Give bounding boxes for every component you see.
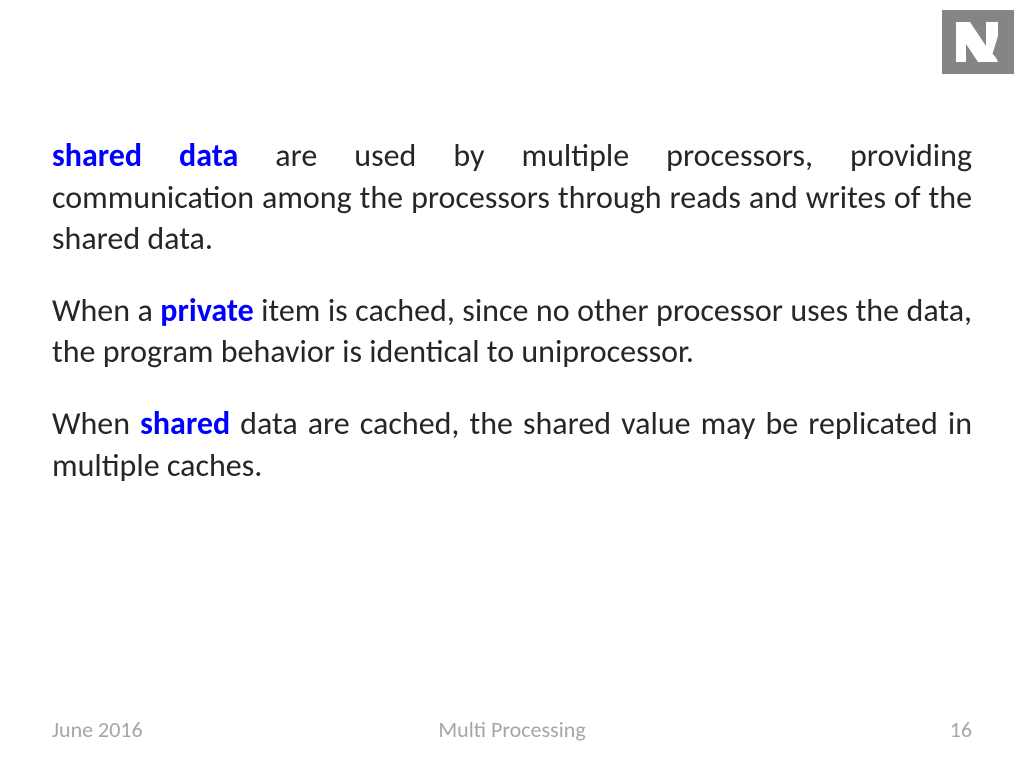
slide-content: shared data are used by multiple process…	[52, 135, 972, 516]
paragraph-2: When a private item is cached, since no …	[52, 290, 972, 373]
paragraph-3: When shared data are cached, the shared …	[52, 403, 972, 486]
footer-title: Multi Processing	[438, 716, 585, 743]
text-p2a: When a	[52, 291, 160, 330]
text-p3a: When	[52, 404, 140, 443]
institution-logo	[942, 10, 1014, 74]
keyword-private: private	[160, 291, 253, 330]
keyword-shared: shared	[140, 404, 230, 443]
keyword-shared-data: shared data	[52, 136, 238, 175]
footer-page-number: 16	[950, 716, 972, 743]
slide-footer: June 2016 Multi Processing 16	[0, 716, 1024, 743]
paragraph-1: shared data are used by multiple process…	[52, 135, 972, 260]
footer-date: June 2016	[52, 716, 143, 743]
